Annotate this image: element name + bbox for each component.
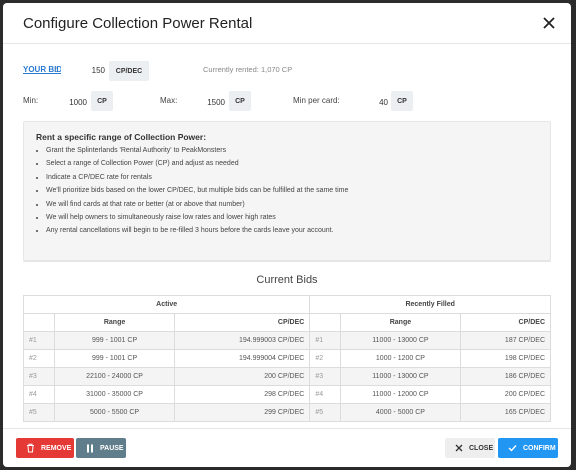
table-row: #4 31000 - 35000 CP 298 CP/DEC #4 11000 … [23, 385, 552, 404]
group-header-row: Active Recently Filled [22, 295, 551, 314]
current-bids-title: Current Bids [256, 274, 318, 286]
filled-index: #3 [309, 367, 342, 386]
confirm-button[interactable]: CONFIRM [498, 438, 558, 458]
pause-label: PAUSE [100, 444, 124, 452]
column-header-row: Range CP/DEC Range CP/DEC [23, 313, 552, 332]
table-row: #2 999 - 1001 CP 194.999004 CP/DEC #2 10… [23, 349, 552, 368]
min-unit: CP [91, 91, 113, 111]
info-item: We'll prioritize bids based on the lower… [46, 184, 348, 197]
active-header: Active [22, 295, 311, 314]
active-index: #4 [23, 385, 55, 404]
active-index: #2 [23, 349, 55, 368]
info-item: Select a range of Collection Power (CP) … [46, 157, 348, 170]
table-row: #1 999 - 1001 CP 194.999003 CP/DEC #1 11… [23, 331, 552, 350]
bid-unit: CP/DEC [109, 61, 149, 81]
active-range: 22100 - 24000 CP [53, 367, 176, 386]
active-index: #1 [23, 331, 55, 350]
close-icon[interactable] [541, 15, 557, 31]
modal-footer: REMOVE PAUSE CLOSE CONFIRM [3, 428, 571, 468]
active-range: 999 - 1001 CP [53, 331, 176, 350]
range-header: Range [340, 313, 461, 332]
remove-label: REMOVE [41, 444, 72, 452]
filled-range: 4000 - 5000 CP [340, 403, 461, 422]
info-list: Grant the Splinterlands 'Rental Authorit… [36, 144, 348, 238]
index-header [23, 313, 55, 332]
active-index: #3 [23, 367, 55, 386]
active-range: 31000 - 35000 CP [53, 385, 176, 404]
filled-rate: 187 CP/DEC [459, 331, 552, 350]
confirm-label: CONFIRM [523, 444, 556, 452]
bid-input[interactable] [61, 61, 107, 79]
info-item: We will find cards at that rate or bette… [46, 198, 348, 211]
modal-header: Configure Collection Power Rental [3, 3, 571, 44]
active-rate: 299 CP/DEC [174, 403, 311, 422]
current-bids-table: Active Recently Filled Range CP/DEC Rang… [22, 295, 552, 422]
limits-row: Min: CP Max: CP Min per card: CP [23, 91, 551, 113]
info-item: We will help owners to simultaneously ra… [46, 211, 348, 224]
filled-index: #4 [309, 385, 342, 404]
max-label: Max: [160, 96, 178, 105]
filled-rate: 198 CP/DEC [459, 349, 552, 368]
trash-icon [27, 443, 34, 453]
filled-rate: 200 CP/DEC [459, 385, 552, 404]
modal-title: Configure Collection Power Rental [23, 15, 253, 32]
info-title: Rent a specific range of Collection Powe… [36, 132, 207, 142]
min-per-card-label: Min per card: [293, 96, 340, 105]
active-rate: 200 CP/DEC [174, 367, 311, 386]
index-header [309, 313, 342, 332]
max-unit: CP [229, 91, 251, 111]
info-item: Any rental cancellations will begin to b… [46, 224, 348, 237]
recently-filled-header: Recently Filled [309, 295, 551, 314]
rate-header: CP/DEC [174, 313, 311, 332]
filled-range: 11000 - 13000 CP [340, 367, 461, 386]
filled-range: 1000 - 1200 CP [340, 349, 461, 368]
active-rate: 298 CP/DEC [174, 385, 311, 404]
info-panel: Rent a specific range of Collection Powe… [23, 121, 551, 261]
currently-rented: Currently rented: 1,070 CP [203, 65, 293, 74]
info-item: Indicate a CP/DEC rate for rentals [46, 171, 348, 184]
min-per-card-unit: CP [391, 91, 413, 111]
min-input[interactable] [41, 93, 89, 111]
min-per-card-input[interactable] [348, 93, 390, 111]
pause-button[interactable]: PAUSE [76, 438, 126, 458]
check-icon [508, 445, 517, 452]
max-input[interactable] [179, 93, 227, 111]
close-label: CLOSE [469, 444, 494, 452]
filled-index: #2 [309, 349, 342, 368]
remove-button[interactable]: REMOVE [16, 438, 74, 458]
active-range: 5000 - 5500 CP [53, 403, 176, 422]
rate-header: CP/DEC [459, 313, 552, 332]
close-button[interactable]: CLOSE [445, 438, 495, 458]
bid-colon: : [55, 65, 58, 74]
x-icon [455, 444, 463, 452]
active-rate: 194.999004 CP/DEC [174, 349, 311, 368]
section-divider [23, 261, 551, 262]
bid-row: YOUR BID : CP/DEC Currently rented: 1,07… [23, 61, 551, 81]
filled-range: 11000 - 13000 CP [340, 331, 461, 350]
min-label: Min: [23, 96, 39, 105]
active-index: #5 [23, 403, 55, 422]
active-range: 999 - 1001 CP [53, 349, 176, 368]
filled-index: #1 [309, 331, 342, 350]
filled-index: #5 [309, 403, 342, 422]
rental-modal: Configure Collection Power Rental YOUR B… [3, 3, 571, 467]
active-rate: 194.999003 CP/DEC [174, 331, 311, 350]
info-item: Grant the Splinterlands 'Rental Authorit… [46, 144, 348, 157]
range-header: Range [53, 313, 176, 332]
filled-range: 11000 - 12000 CP [340, 385, 461, 404]
filled-rate: 186 CP/DEC [459, 367, 552, 386]
table-row: #5 5000 - 5500 CP 299 CP/DEC #5 4000 - 5… [23, 403, 552, 422]
table-row: #3 22100 - 24000 CP 200 CP/DEC #3 11000 … [23, 367, 552, 386]
pause-icon [87, 444, 93, 452]
filled-rate: 165 CP/DEC [459, 403, 552, 422]
